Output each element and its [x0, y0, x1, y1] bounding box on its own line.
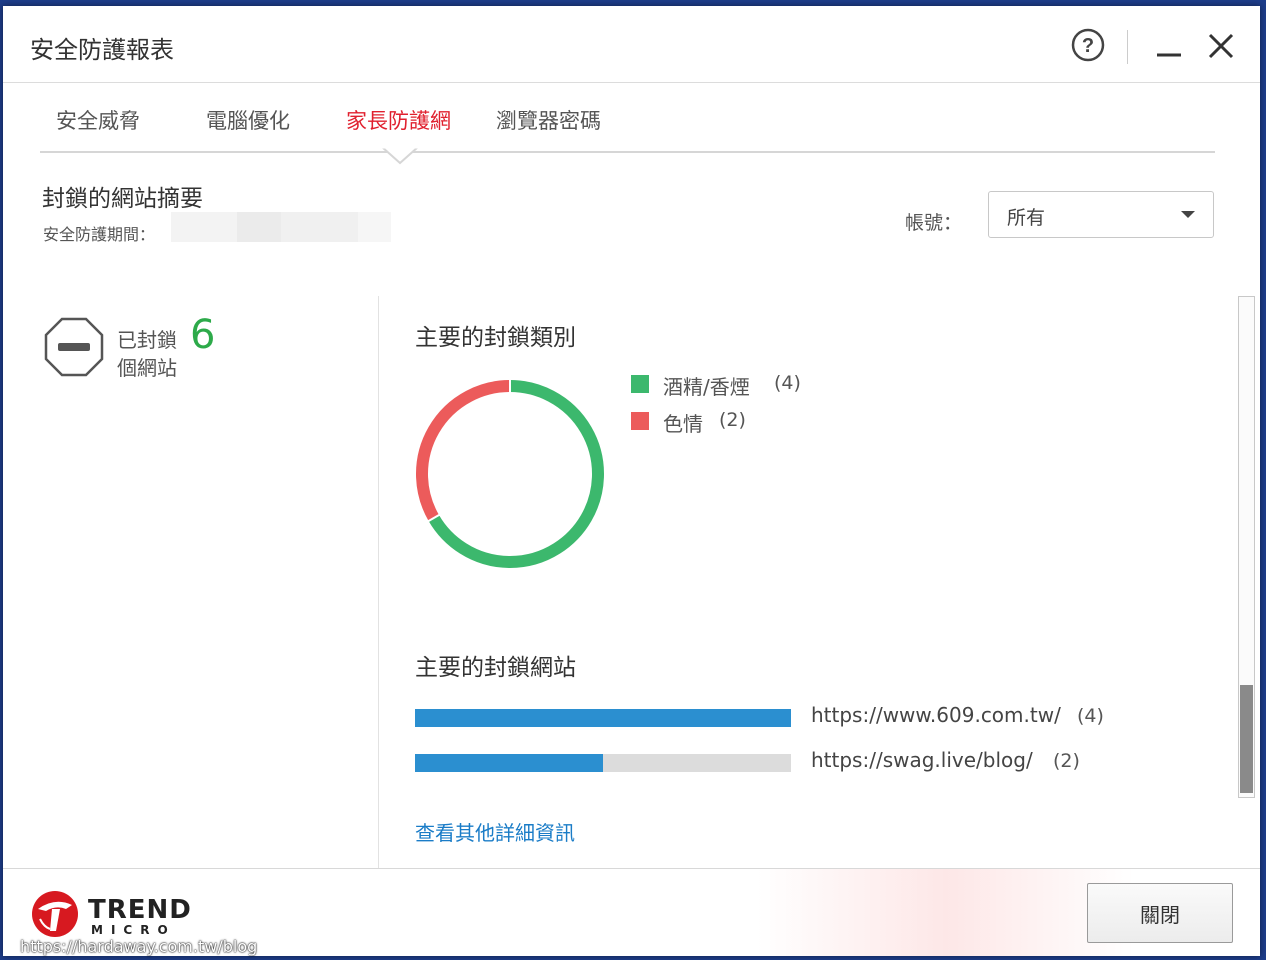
- close-icon: [1208, 33, 1234, 59]
- account-selected-value: 所有: [1007, 207, 1046, 229]
- logo-text-trend: TREND: [88, 895, 192, 925]
- blocked-sites-count: 6: [190, 312, 216, 358]
- account-dropdown[interactable]: 所有: [988, 191, 1214, 238]
- minimize-icon: [1157, 53, 1181, 57]
- legend-label: 酒精/香煙: [663, 375, 750, 399]
- logo-text-micro: MICRO: [91, 923, 176, 937]
- blocked-summary-panel: 已封鎖個網站 6: [3, 296, 379, 868]
- tab-parental-controls[interactable]: 家長防護網: [346, 105, 451, 135]
- site-url: https://swag.live/blog/: [811, 748, 1033, 772]
- top-sites-title: 主要的封鎖網站: [415, 655, 576, 681]
- tab-security-threats[interactable]: 安全威脅: [56, 105, 140, 135]
- category-donut-chart: [416, 377, 604, 568]
- site-count: (4): [1077, 705, 1104, 727]
- site-bar-fill: [415, 709, 791, 727]
- trend-micro-logo-icon: [32, 891, 78, 937]
- chevron-down-icon: [1181, 211, 1195, 218]
- protection-period-value-redacted: [171, 212, 391, 242]
- blocked-octagon-icon: [44, 317, 104, 377]
- protection-period-label: 安全防護期間：: [43, 225, 156, 244]
- titlebar-divider: [1127, 30, 1128, 64]
- site-row: https://swag.live/blog/ (2): [415, 748, 1175, 778]
- scrollbar-thumb[interactable]: [1240, 685, 1253, 793]
- site-url: https://www.609.com.tw/: [811, 703, 1061, 727]
- legend-count: (4): [774, 372, 801, 394]
- site-bar-track: [415, 754, 791, 772]
- title-bar: 安全防護報表 ?: [3, 6, 1260, 83]
- site-bar-track: [415, 709, 791, 727]
- tab-browser-passwords[interactable]: 瀏覽器密碼: [496, 105, 601, 135]
- section-title: 封鎖的網站摘要: [42, 186, 203, 212]
- more-details-link[interactable]: 查看其他詳細資訊: [415, 817, 575, 846]
- site-bar-fill: [415, 754, 603, 772]
- report-window: 安全防護報表 ? 安全威脅 電腦優化 家長防護網 瀏覽器密碼 封鎖的網站摘要 安…: [3, 6, 1260, 956]
- svg-text:?: ?: [1082, 35, 1094, 57]
- blocked-sites-label: 已封鎖個網站: [117, 328, 177, 380]
- site-count: (2): [1053, 750, 1080, 772]
- minimize-button[interactable]: [1151, 28, 1187, 64]
- help-button[interactable]: ?: [1071, 28, 1105, 62]
- legend-label: 色情: [663, 412, 703, 436]
- window-title: 安全防護報表: [30, 36, 174, 64]
- close-window-button[interactable]: [1203, 28, 1239, 64]
- watermark-url: https://hardaway.com.tw/blog: [20, 937, 258, 956]
- help-icon: ?: [1071, 28, 1105, 62]
- close-button[interactable]: 關閉: [1087, 883, 1233, 943]
- account-label: 帳號：: [905, 212, 963, 234]
- top-categories-title: 主要的封鎖類別: [415, 325, 576, 351]
- legend-swatch: [631, 375, 649, 393]
- legend-count: (2): [719, 409, 746, 431]
- donut-slice-1: [428, 380, 604, 568]
- tab-bar: 安全威脅 電腦優化 家長防護網 瀏覽器密碼: [40, 83, 1215, 165]
- tab-pc-optimization[interactable]: 電腦優化: [206, 105, 290, 135]
- donut-slice-2: [416, 380, 511, 521]
- active-tab-pointer: [382, 147, 418, 165]
- legend-swatch: [631, 412, 649, 430]
- vertical-scrollbar[interactable]: [1238, 296, 1255, 798]
- site-row: https://www.609.com.tw/ (4): [415, 703, 1175, 733]
